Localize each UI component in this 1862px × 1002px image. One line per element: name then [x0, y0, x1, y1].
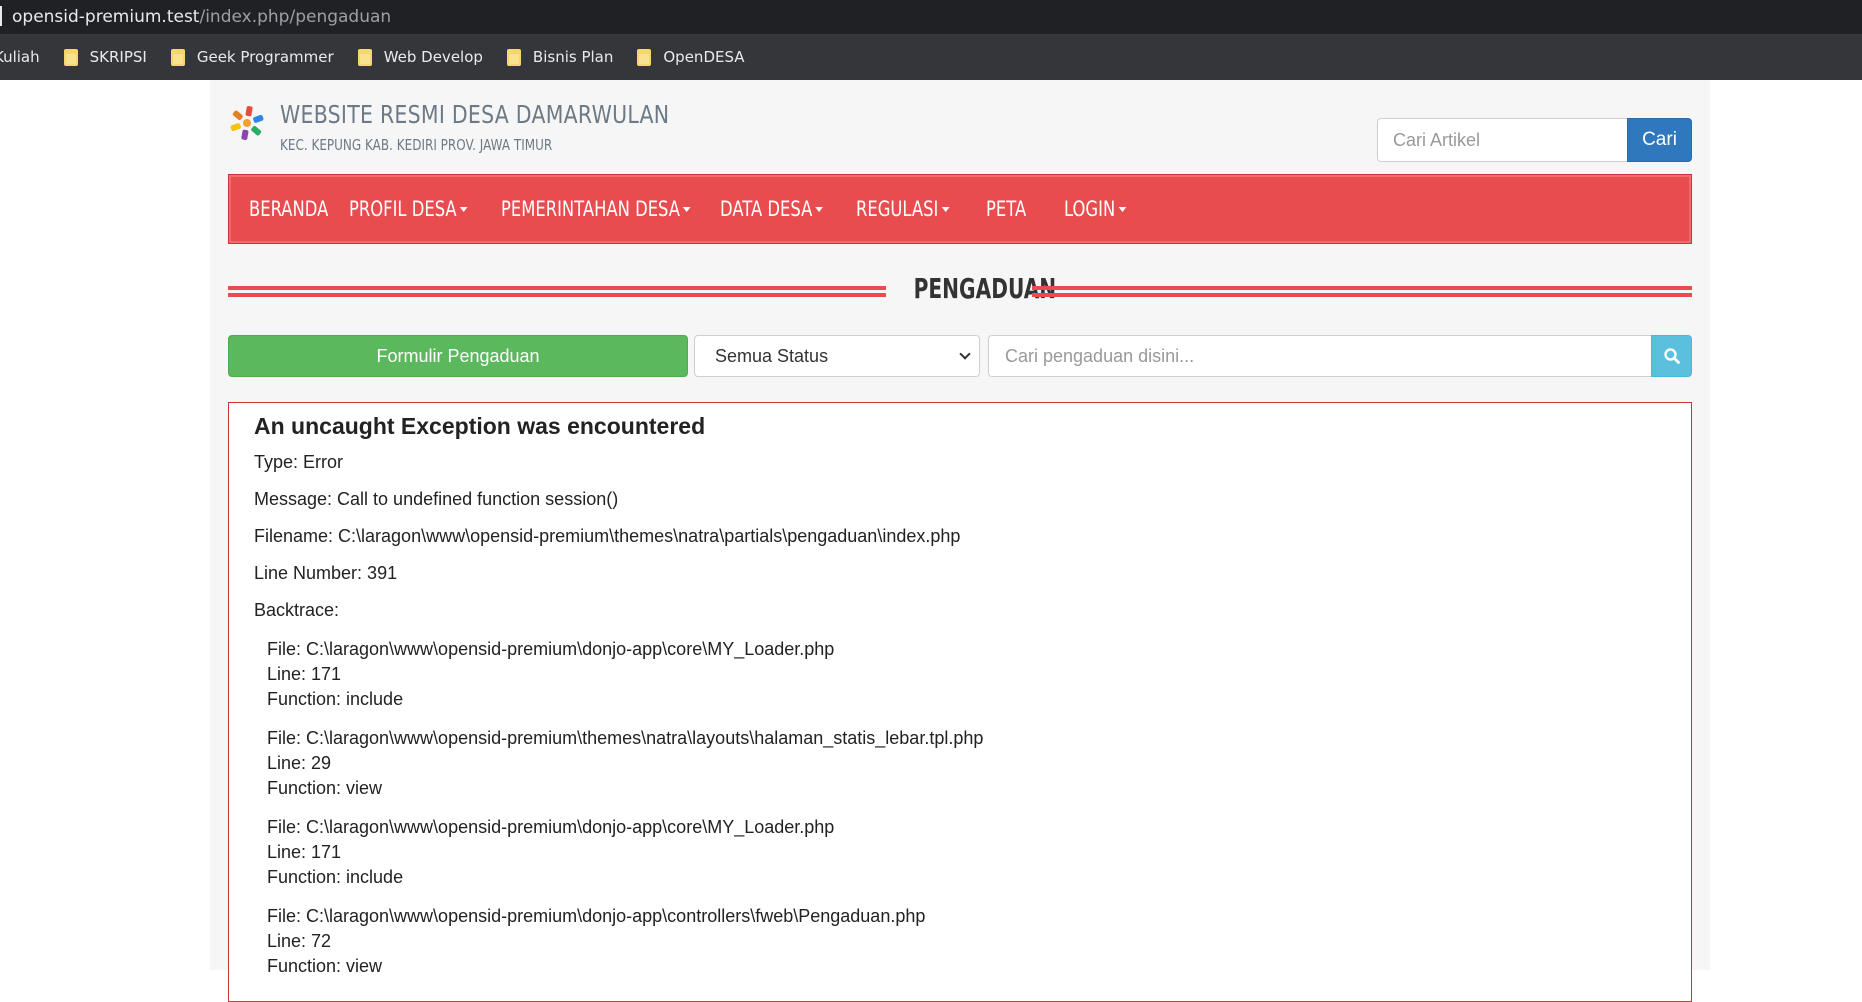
bookmark-label: OpenDESA	[663, 48, 745, 66]
backtrace-item: File: C:\laragon\www\opensid-premium\don…	[267, 637, 1666, 712]
folder-icon	[357, 48, 372, 66]
caret-down-icon	[815, 206, 824, 212]
caret-down-icon	[459, 206, 468, 212]
backtrace-item: File: C:\laragon\www\opensid-premium\don…	[267, 815, 1666, 890]
backtrace-function: Function: include	[267, 689, 404, 709]
backtrace-function: Function: view	[267, 778, 383, 798]
bookmark-label: Web Develop	[383, 48, 483, 66]
error-filename: Filename: C:\laragon\www\opensid-premium…	[254, 526, 961, 546]
site-title[interactable]: WEBSITE RESMI DESA DAMARWULAN	[280, 100, 669, 129]
folder-icon	[170, 48, 185, 66]
main-navbar: BERANDA PROFIL DESA PEMERINTAHAN DESA DA…	[228, 174, 1692, 244]
backtrace-line: Line: 72	[267, 931, 332, 951]
backtrace-item: File: C:\laragon\www\opensid-premium\the…	[267, 726, 1666, 801]
backtrace-file: File: C:\laragon\www\opensid-premium\don…	[267, 906, 926, 926]
bookmark-label: Bisnis Plan	[532, 48, 614, 66]
url-host: opensid-premium.test	[12, 7, 200, 27]
backtrace-function: Function: include	[267, 867, 404, 887]
bookmark-web-develop[interactable]: Web Develop	[357, 48, 483, 66]
nav-peta[interactable]: PETA	[986, 197, 1047, 221]
nav-label: DATA DESA	[720, 197, 813, 221]
backtrace-list: File: C:\laragon\www\opensid-premium\don…	[267, 637, 1666, 979]
error-message: Message: Call to undefined function sess…	[254, 489, 619, 509]
nav-label: PROFIL DESA	[349, 197, 457, 221]
text-cursor	[0, 6, 2, 26]
section-heading: PENGADUAN	[228, 272, 1692, 316]
bookmark-bisnis-plan[interactable]: Bisnis Plan	[506, 48, 614, 66]
nav-label: REGULASI	[856, 197, 939, 221]
nav-login[interactable]: LOGIN	[1064, 197, 1142, 221]
folder-icon	[506, 48, 521, 66]
nav-data-desa[interactable]: DATA DESA	[720, 197, 826, 221]
bookmark-label: SKRIPSI	[89, 48, 147, 66]
site-header: WEBSITE RESMI DESA DAMARWULAN KEC. KEPUN…	[228, 94, 1692, 164]
error-line-number: Line Number: 391	[254, 563, 398, 583]
error-type: Type: Error	[254, 452, 344, 472]
backtrace-line: Line: 171	[267, 664, 342, 684]
complaint-controls: Formulir Pengaduan Semua Status	[228, 335, 1692, 377]
page-title: PENGADUAN	[913, 272, 1057, 305]
backtrace-label: Backtrace:	[254, 600, 340, 620]
heading-divider-right	[1032, 286, 1692, 297]
nav-label: PETA	[986, 197, 1027, 221]
complaint-search-input[interactable]	[988, 335, 1651, 377]
village-logo-icon[interactable]	[228, 104, 266, 142]
complaint-search-button[interactable]	[1651, 335, 1692, 377]
bookmark-skripsi[interactable]: SKRIPSI	[63, 48, 147, 66]
search-icon	[1663, 348, 1680, 364]
error-panel: An uncaught Exception was encountered Ty…	[228, 402, 1692, 1002]
bookmark-label: Geek Programmer	[196, 48, 334, 66]
caret-down-icon	[1118, 206, 1127, 212]
page-container: WEBSITE RESMI DESA DAMARWULAN KEC. KEPUN…	[210, 80, 1710, 1002]
folder-icon	[637, 48, 652, 66]
backtrace-file: File: C:\laragon\www\opensid-premium\the…	[267, 728, 984, 748]
bookmark-label: Kuliah	[0, 48, 40, 66]
backtrace-file: File: C:\laragon\www\opensid-premium\don…	[267, 639, 835, 659]
nav-label: LOGIN	[1064, 197, 1116, 221]
url-path: /index.php/pengaduan	[199, 7, 392, 27]
nav-pemerintahan-desa[interactable]: PEMERINTAHAN DESA	[501, 197, 691, 221]
bookmark-kuliah[interactable]: Kuliah	[0, 48, 40, 66]
nav-label: PEMERINTAHAN DESA	[501, 197, 680, 221]
error-heading: An uncaught Exception was encountered	[254, 413, 706, 439]
status-selected-value: Semua Status	[715, 346, 829, 366]
nav-beranda[interactable]: BERANDA	[249, 197, 329, 221]
caret-down-icon	[941, 206, 950, 212]
caret-down-icon	[683, 206, 691, 212]
backtrace-file: File: C:\laragon\www\opensid-premium\don…	[267, 817, 835, 837]
nav-profil-desa[interactable]: PROFIL DESA	[349, 197, 468, 221]
address-bar[interactable]: opensid-premium.test/index.php/pengaduan	[0, 0, 1862, 34]
backtrace-line: Line: 171	[267, 842, 342, 862]
article-search-button[interactable]: Cari	[1627, 118, 1692, 162]
status-filter-select[interactable]: Semua Status	[694, 335, 980, 377]
complaint-form-button[interactable]: Formulir Pengaduan	[228, 335, 688, 377]
bookmark-opendesa[interactable]: OpenDESA	[637, 48, 745, 66]
heading-divider-left	[228, 286, 886, 297]
backtrace-line: Line: 29	[267, 753, 332, 773]
article-search: Cari	[1377, 118, 1692, 162]
bookmarks-bar: Kuliah SKRIPSI Geek Programmer Web Devel…	[0, 34, 1862, 80]
nav-regulasi[interactable]: REGULASI	[856, 197, 957, 221]
article-search-input[interactable]	[1377, 118, 1627, 162]
nav-label: BERANDA	[249, 197, 329, 221]
backtrace-function: Function: view	[267, 956, 383, 976]
bookmark-geek-programmer[interactable]: Geek Programmer	[170, 48, 334, 66]
site-subtitle: KEC. KEPUNG KAB. KEDIRI PROV. JAWA TIMUR	[280, 136, 553, 154]
backtrace-item: File: C:\laragon\www\opensid-premium\don…	[267, 904, 1666, 979]
chevron-down-icon	[959, 348, 971, 360]
folder-icon	[63, 48, 78, 66]
